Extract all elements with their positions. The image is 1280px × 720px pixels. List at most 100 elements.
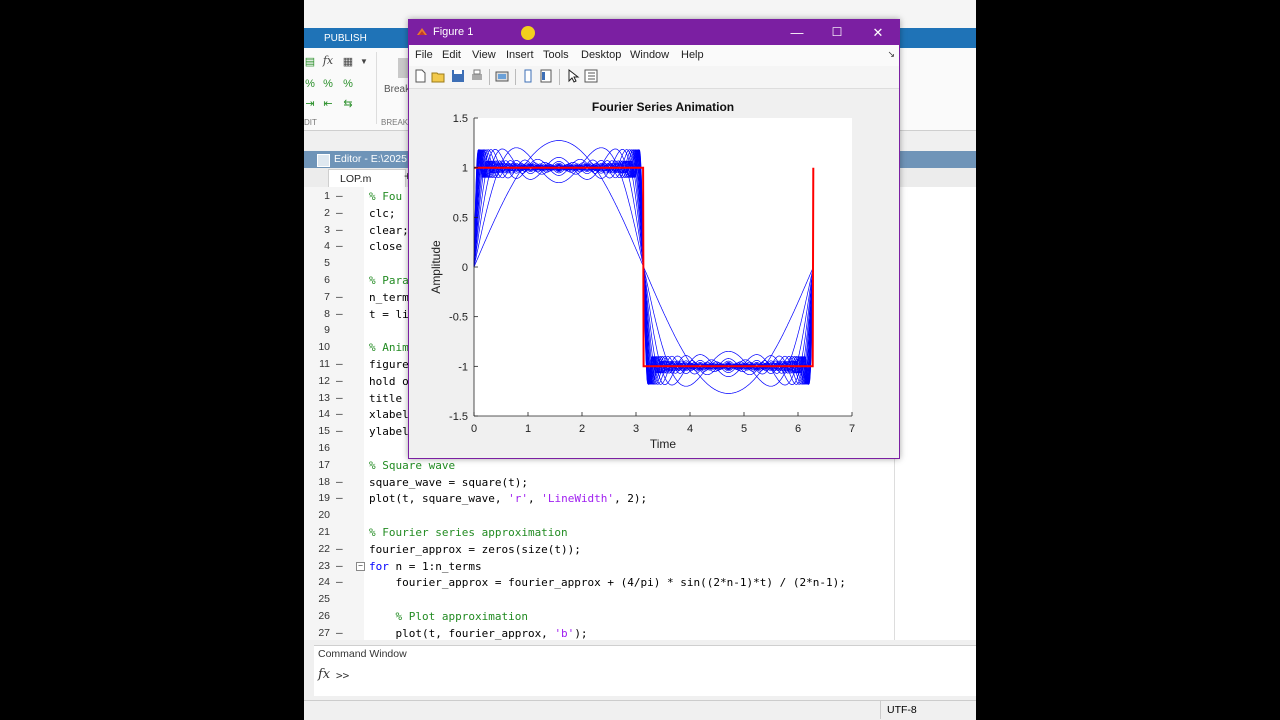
code-text: close: [369, 240, 402, 253]
y-tick-label: 1: [462, 163, 468, 175]
code-line[interactable]: 19– plot(t, square_wave, 'r', 'LineWidth'…: [304, 490, 894, 507]
colorbar-icon[interactable]: [521, 69, 535, 83]
menu-desktop[interactable]: Desktop: [581, 49, 621, 61]
code-text: clc;: [369, 207, 396, 220]
menu-edit[interactable]: Edit: [442, 49, 461, 61]
breakpoint-marker[interactable]: –: [336, 575, 343, 588]
line-number: 24: [318, 576, 330, 589]
line-number: 16: [318, 442, 330, 454]
tab-lop-m[interactable]: LOP.m: [328, 169, 406, 188]
open-icon[interactable]: [431, 69, 445, 83]
menu-file[interactable]: File: [415, 49, 433, 61]
code-token: % Anim: [369, 341, 409, 355]
menu-tools[interactable]: Tools: [543, 49, 569, 61]
edit-plot-arrow-icon[interactable]: [566, 69, 580, 83]
uncomment-icon[interactable]: %: [342, 78, 354, 90]
y-tick-label: -1.5: [449, 411, 468, 423]
breakpoint-marker[interactable]: –: [336, 223, 343, 236]
dock-icon[interactable]: ↘: [887, 49, 895, 60]
tab-publish[interactable]: PUBLISH: [324, 33, 367, 44]
code-line[interactable]: 18– square_wave = square(t);: [304, 474, 894, 491]
line-number: 26: [318, 610, 330, 622]
code-line[interactable]: 24– fourier_approx = fourier_approx + (4…: [304, 574, 894, 591]
breakpoint-marker[interactable]: –: [336, 290, 343, 303]
code-line[interactable]: 23– − for n = 1:n_terms: [304, 558, 894, 575]
breakpoint-marker[interactable]: –: [336, 491, 343, 504]
print-icon[interactable]: [470, 69, 484, 83]
legend-icon[interactable]: [539, 69, 553, 83]
x-tick-label: 4: [687, 423, 693, 435]
close-button[interactable]: ✕: [858, 20, 898, 45]
percent-icon[interactable]: %: [304, 78, 316, 90]
command-window[interactable]: Command Window fx >>: [314, 645, 976, 696]
smart-indent-icon[interactable]: ⇆: [342, 98, 354, 110]
breakpoint-marker[interactable]: –: [336, 374, 343, 387]
code-token: plot(t, square_wave,: [369, 492, 509, 506]
menu-window[interactable]: Window: [630, 49, 669, 61]
fx-icon[interactable]: fx: [322, 55, 334, 67]
code-text: % Fou: [369, 190, 402, 203]
property-inspector-icon[interactable]: [584, 69, 598, 83]
fourier-plot[interactable]: 0 1 2 3 4 5 6 7 1.5 1 0.5 0 -0.5 -1 -1.5 Fourier Serie…: [409, 88, 899, 458]
code-token: % Plot approximation: [369, 610, 528, 623]
save-icon[interactable]: [451, 69, 465, 83]
code-line[interactable]: 20: [304, 507, 894, 524]
breakpoint-marker[interactable]: –: [336, 189, 343, 202]
y-tick-label: 0: [462, 262, 468, 274]
breakpoint-marker[interactable]: –: [336, 391, 343, 404]
maximize-button[interactable]: ☐: [817, 20, 857, 45]
code-token: ,: [527, 492, 542, 506]
breakpoints-icon[interactable]: [398, 58, 408, 78]
code-fold-icon[interactable]: −: [356, 561, 365, 571]
code-token: % Fou: [369, 190, 403, 203]
outdent-icon[interactable]: ⇤: [322, 98, 334, 110]
breakpoint-marker[interactable]: –: [336, 626, 343, 639]
x-tick-label: 1: [525, 423, 531, 435]
mouse-cursor: [521, 26, 535, 40]
code-text: % Anim: [369, 341, 409, 354]
x-tick-label: 0: [471, 423, 477, 435]
print-preview-icon[interactable]: [495, 69, 509, 83]
breakpoint-marker[interactable]: –: [336, 475, 343, 488]
code-text: xlabel: [369, 408, 409, 421]
code-line[interactable]: 21 % Fourier series approximation: [304, 524, 894, 541]
breakpoint-marker[interactable]: –: [336, 206, 343, 219]
line-number: 2: [324, 206, 330, 219]
indent-icon[interactable]: ⇥: [304, 98, 316, 110]
section-breakpoints-label: BREAK: [381, 118, 409, 127]
code-token: close: [369, 240, 403, 254]
chevron-down-icon[interactable]: ▼: [358, 56, 370, 68]
breakpoint-marker[interactable]: –: [336, 407, 343, 420]
code-token: title: [369, 391, 403, 405]
figure-titlebar[interactable]: Figure 1 — ☐ ✕: [409, 20, 899, 45]
breakpoint-marker[interactable]: –: [336, 357, 343, 370]
fx-icon[interactable]: fx: [318, 667, 330, 682]
menu-view[interactable]: View: [472, 49, 496, 61]
command-prompt[interactable]: >>: [336, 669, 349, 682]
code-line[interactable]: 25: [304, 591, 894, 608]
breakpoint-marker[interactable]: –: [336, 307, 343, 320]
breakpoint-marker[interactable]: –: [336, 239, 343, 252]
code-line[interactable]: 17 % Square wave: [304, 457, 894, 474]
grid-icon[interactable]: ▦: [342, 56, 354, 68]
code-text: hold o: [369, 375, 409, 388]
code-line[interactable]: 26 % Plot approximation: [304, 608, 894, 625]
breakpoint-marker[interactable]: –: [336, 542, 343, 555]
code-line[interactable]: 27– plot(t, fourier_approx, 'b');: [304, 625, 894, 642]
menu-insert[interactable]: Insert: [506, 49, 534, 61]
new-figure-icon[interactable]: [413, 69, 427, 83]
minimize-button[interactable]: —: [777, 20, 817, 45]
insert-icon[interactable]: ▤: [304, 56, 316, 68]
menu-help[interactable]: Help: [681, 49, 704, 61]
figure-window[interactable]: Figure 1 — ☐ ✕ File Edit View Insert Too…: [408, 19, 900, 459]
breakpoint-marker[interactable]: –: [336, 424, 343, 437]
breakpoint-marker[interactable]: –: [336, 559, 343, 572]
code-token: figure: [369, 358, 409, 371]
line-number: 12: [318, 374, 330, 387]
code-line[interactable]: 22– fourier_approx = zeros(size(t));: [304, 541, 894, 558]
comment-icon[interactable]: %: [322, 78, 334, 90]
line-number: 14: [318, 408, 330, 421]
code-token: n = 1:n_terms: [388, 559, 482, 573]
line-number: 15: [318, 425, 330, 438]
line-number: 11: [319, 358, 330, 370]
